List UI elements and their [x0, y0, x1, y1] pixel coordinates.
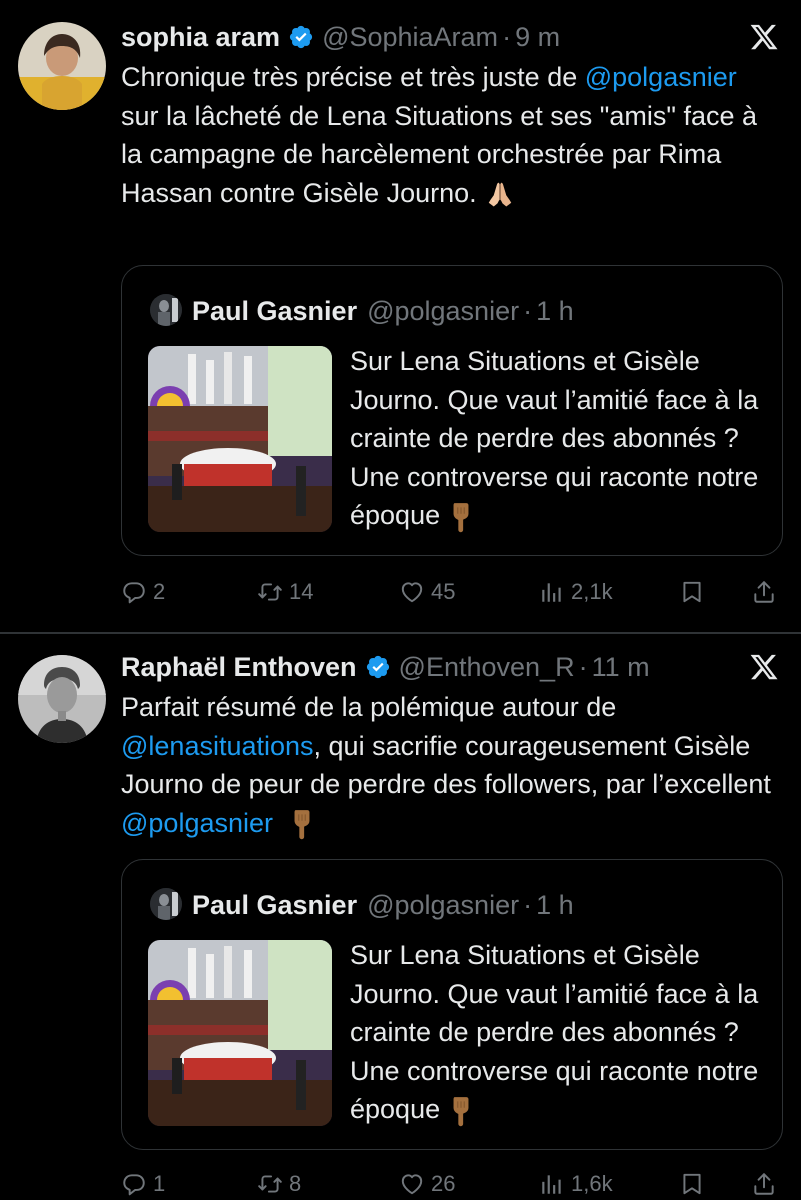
action-bar: 1 8 26 1,6k — [121, 1164, 783, 1200]
quoted-author-handle: @polgasnier — [367, 295, 520, 326]
retweet-count: 14 — [289, 579, 314, 604]
quoted-timestamp: 1 h — [536, 295, 574, 326]
retweet-button[interactable]: 14 — [257, 572, 313, 612]
reply-icon — [121, 1171, 147, 1197]
quoted-text-body: Sur Lena Situations et Gisèle Journo. Qu… — [350, 940, 759, 1124]
verified-badge-icon — [365, 654, 391, 680]
views-icon — [539, 579, 565, 605]
retweet-button[interactable]: 8 — [257, 1164, 301, 1200]
separator-dot: · — [523, 889, 533, 920]
separator-dot: · — [502, 21, 512, 52]
quoted-avatar[interactable] — [150, 294, 182, 326]
like-button[interactable]: 26 — [399, 1164, 455, 1200]
tweet-header: sophia aram @SophiaAram · 9 m — [121, 20, 560, 54]
quoted-text-body: Sur Lena Situations et Gisèle Journo. Qu… — [350, 346, 759, 530]
heart-icon — [399, 1171, 425, 1197]
tweet-text: Parfait résumé de la polémique autour de… — [121, 688, 781, 842]
reply-count: 2 — [153, 579, 166, 604]
pointing-down-icon — [448, 1095, 474, 1127]
mention-link[interactable]: @polgasnier — [585, 62, 737, 92]
author-name[interactable]: Raphaël Enthoven — [121, 652, 357, 683]
video-thumbnail[interactable] — [148, 346, 332, 532]
quoted-timestamp: 1 h — [536, 889, 574, 920]
timestamp[interactable]: 11 m — [592, 652, 650, 683]
retweet-icon — [257, 1171, 283, 1197]
quoted-avatar[interactable] — [150, 888, 182, 920]
quoted-tweet[interactable]: Paul Gasnier @polgasnier · 1 h Sur Lena … — [121, 859, 783, 1150]
quoted-text: Sur Lena Situations et Gisèle Journo. Qu… — [350, 342, 770, 535]
quoted-header: Paul Gasnier @polgasnier · 1 h — [192, 294, 574, 328]
views-count: 2,1k — [571, 579, 613, 604]
quoted-text: Sur Lena Situations et Gisèle Journo. Qu… — [350, 936, 770, 1129]
heart-icon — [399, 579, 425, 605]
quoted-author-name: Paul Gasnier — [192, 295, 358, 326]
views-icon — [539, 1171, 565, 1197]
reply-button[interactable]: 1 — [121, 1164, 165, 1200]
retweet-icon — [257, 579, 283, 605]
avatar[interactable] — [18, 655, 106, 743]
reply-icon — [121, 579, 147, 605]
bookmark-button[interactable] — [679, 1164, 711, 1200]
quoted-author-name: Paul Gasnier — [192, 889, 358, 920]
author-handle[interactable]: @Enthoven_R — [399, 652, 575, 683]
mention-link[interactable]: @lenasituations — [121, 731, 314, 761]
tweet-raphael-enthoven[interactable]: Raphaël Enthoven @Enthoven_R · 11 m Parf… — [0, 634, 801, 1200]
timestamp[interactable]: 9 m — [515, 22, 560, 53]
avatar[interactable] — [18, 22, 106, 110]
pointing-down-icon — [289, 808, 315, 840]
separator-dot: · — [578, 651, 588, 682]
folded-hands-icon — [485, 179, 515, 209]
reply-button[interactable]: 2 — [121, 572, 165, 612]
tweet-text-part: sur la lâcheté de Lena Situations et ses… — [121, 100, 758, 208]
verified-badge-icon — [288, 24, 314, 50]
quoted-author-handle: @polgasnier — [367, 889, 520, 920]
x-logo-icon — [749, 22, 779, 52]
bookmark-icon — [679, 1171, 705, 1197]
action-bar: 2 14 45 2,1k — [121, 572, 783, 612]
share-button[interactable] — [751, 572, 783, 612]
views-count: 1,6k — [571, 1171, 613, 1196]
mention-link[interactable]: @polgasnier — [121, 808, 273, 838]
share-button[interactable] — [751, 1164, 783, 1200]
x-logo-icon — [749, 652, 779, 682]
quoted-header: Paul Gasnier @polgasnier · 1 h — [192, 888, 574, 922]
author-name[interactable]: sophia aram — [121, 22, 280, 53]
views-button[interactable]: 1,6k — [539, 1164, 613, 1200]
tweet-header: Raphaël Enthoven @Enthoven_R · 11 m — [121, 650, 650, 684]
tweet-text-part: Parfait résumé de la polémique autour de — [121, 692, 617, 722]
share-icon — [751, 579, 777, 605]
bookmark-icon — [679, 579, 705, 605]
views-button[interactable]: 2,1k — [539, 572, 613, 612]
share-icon — [751, 1171, 777, 1197]
tweet-sophia-aram[interactable]: sophia aram @SophiaAram · 9 m Chronique … — [0, 0, 801, 632]
retweet-count: 8 — [289, 1171, 302, 1196]
tweet-text: Chronique très précise et très juste de … — [121, 58, 781, 212]
author-handle[interactable]: @SophiaAram — [322, 22, 498, 53]
separator-dot: · — [523, 295, 533, 326]
bookmark-button[interactable] — [679, 572, 711, 612]
like-count: 26 — [431, 1171, 456, 1196]
video-thumbnail[interactable] — [148, 940, 332, 1126]
reply-count: 1 — [153, 1171, 166, 1196]
tweet-text-part: Chronique très précise et très juste de — [121, 62, 585, 92]
like-button[interactable]: 45 — [399, 572, 455, 612]
like-count: 45 — [431, 579, 456, 604]
quoted-tweet[interactable]: Paul Gasnier @polgasnier · 1 h Sur Lena … — [121, 265, 783, 556]
pointing-down-icon — [448, 501, 474, 533]
